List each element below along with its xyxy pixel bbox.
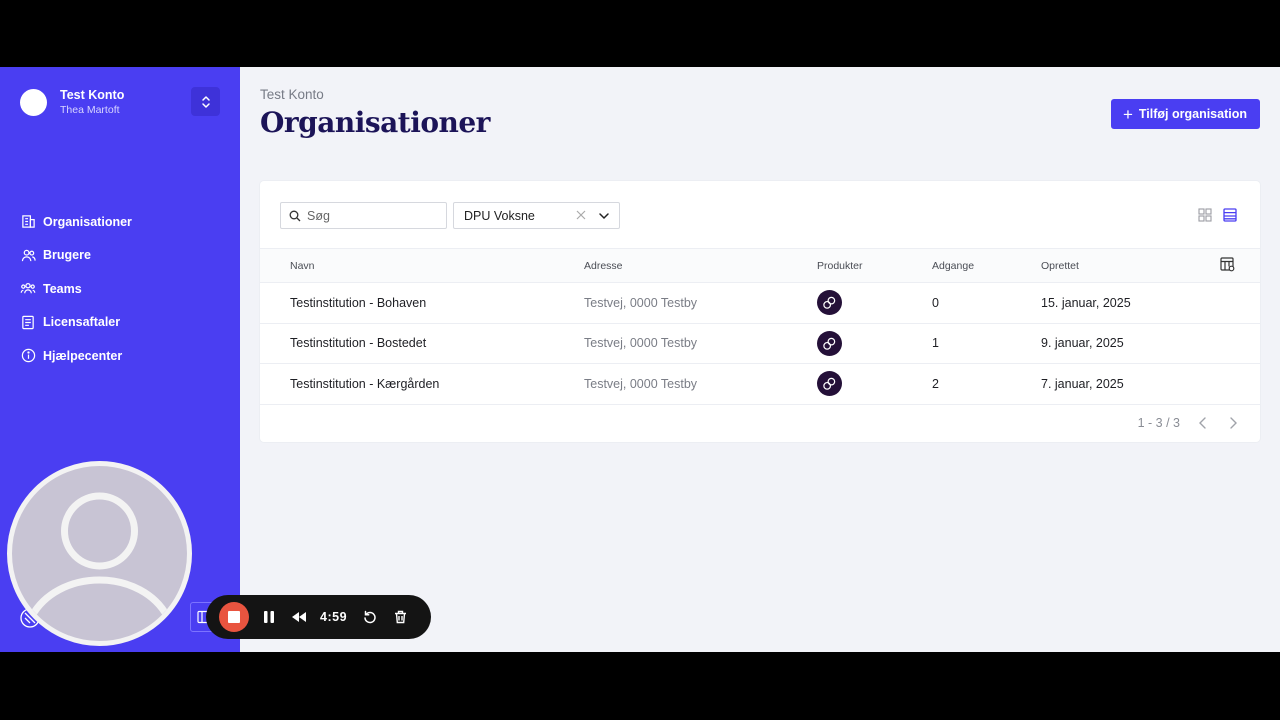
org-name: Testinstitution - Bostedet [290,336,427,351]
add-organisation-label: Tilføj organisation [1138,107,1247,121]
column-header-adgange[interactable]: Adgange [932,249,1041,283]
column-header-adresse[interactable]: Adresse [584,249,817,283]
organisations-table: Navn Adresse Produkter Adgange Oprettet … [260,248,1260,405]
user-placeholder-icon [28,492,171,618]
pagination: 1 - 3 / 3 [1138,416,1240,430]
column-settings-icon[interactable] [1220,256,1235,272]
restart-button[interactable] [361,608,379,626]
sidebar-item-hjaelpecenter[interactable]: Hjælpecenter [20,339,230,373]
table-toolbar: Søg DPU Voksne [260,181,1260,248]
product-badge-icon[interactable] [817,371,842,397]
empty-cell [1220,283,1260,324]
team-icon [20,281,36,297]
column-header-oprettet[interactable]: Oprettet [1041,249,1220,283]
info-icon [20,348,36,364]
product-badge-icon[interactable] [817,330,842,356]
clear-icon[interactable] [575,209,587,221]
rewind-icon [292,612,306,622]
org-address: Testvej, 0000 Testby [584,336,698,351]
app-window: Test Konto Thea Martoft Organisationer B… [0,67,1280,652]
column-settings-cell [1220,249,1260,283]
org-access: 1 [932,336,939,351]
main-content: Test Konto Organisationer + Tilføj organ… [240,67,1280,652]
recording-timer: 4:59 [320,610,348,624]
sidebar-item-label: Licensaftaler [43,315,121,330]
account-avatar [20,88,47,116]
sidebar-item-brugere[interactable]: Brugere [20,239,230,273]
trash-icon [394,610,406,624]
sidebar-item-label: Brugere [43,248,91,263]
rewind-button[interactable] [290,608,308,626]
list-view-icon[interactable] [1223,208,1237,222]
org-created: 7. januar, 2025 [1041,376,1124,391]
account-switch-button[interactable] [191,87,220,116]
sidebar-item-label: Teams [43,281,82,296]
empty-cell [1220,323,1260,364]
filter-value: DPU Voksne [464,208,535,223]
webcam-bubble[interactable] [7,461,192,646]
org-address: Testvej, 0000 Testby [584,376,698,391]
grid-view-icon[interactable] [1198,208,1212,222]
products-cell [817,283,932,324]
org-access: 0 [932,295,939,310]
plus-icon: + [1122,104,1133,124]
sidebar-item-teams[interactable]: Teams [20,272,230,306]
products-cell [817,323,932,364]
organisations-card: Søg DPU Voksne Navn Adresse Produkter Ad [260,181,1260,442]
org-name: Testinstitution - Bohaven [290,295,427,310]
sidebar-nav: Organisationer Brugere Teams Licensaftal… [20,205,230,373]
table-row[interactable]: Testinstitution - Bohaven Testvej, 0000 … [260,283,1260,324]
products-cell [817,364,932,405]
search-icon [289,210,301,221]
users-icon [20,247,36,263]
empty-cell [1220,364,1260,405]
account-switcher[interactable]: Test Konto Thea Martoft [20,87,220,117]
pagination-range: 1 - 3 / 3 [1137,416,1180,430]
column-header-produkter[interactable]: Produkter [817,249,932,283]
org-name: Testinstitution - Kærgården [290,376,440,391]
product-badge-icon[interactable] [817,290,842,316]
stop-recording-button[interactable] [219,602,249,632]
restart-icon [364,610,376,624]
org-created: 9. januar, 2025 [1041,336,1124,351]
page-title: Organisationer [260,106,490,139]
chevron-left-icon[interactable] [1196,416,1210,430]
account-name: Test Konto [60,87,125,102]
table-row[interactable]: Testinstitution - Bostedet Testvej, 0000… [260,323,1260,364]
document-icon [20,314,36,330]
chevron-right-icon[interactable] [1226,416,1240,430]
sidebar-item-licensaftaler[interactable]: Licensaftaler [20,306,230,340]
sidebar-item-label: Organisationer [43,214,132,229]
pause-button[interactable] [260,608,278,626]
table-header-row: Navn Adresse Produkter Adgange Oprettet [260,248,1260,283]
recording-controls: 4:59 [206,595,431,639]
building-icon [20,214,36,230]
account-user: Thea Martoft [60,103,120,116]
delete-button[interactable] [391,608,409,626]
org-address: Testvej, 0000 Testby [584,295,698,310]
sidebar-item-organisationer[interactable]: Organisationer [20,205,230,239]
pause-icon [264,611,274,623]
add-organisation-button[interactable]: + Tilføj organisation [1110,99,1260,129]
table-row[interactable]: Testinstitution - Kærgården Testvej, 000… [260,364,1260,405]
org-access: 2 [932,376,939,391]
sidebar-item-label: Hjælpecenter [43,348,123,363]
search-input[interactable]: Søg [280,202,447,229]
search-placeholder: Søg [307,208,330,223]
column-header-navn[interactable]: Navn [260,249,584,283]
org-created: 15. januar, 2025 [1041,295,1131,310]
filter-select[interactable]: DPU Voksne [453,202,620,229]
stop-icon [228,611,240,623]
chevron-down-icon[interactable] [598,210,610,222]
breadcrumb[interactable]: Test Konto [260,87,324,102]
chevron-up-down-icon [201,95,210,108]
